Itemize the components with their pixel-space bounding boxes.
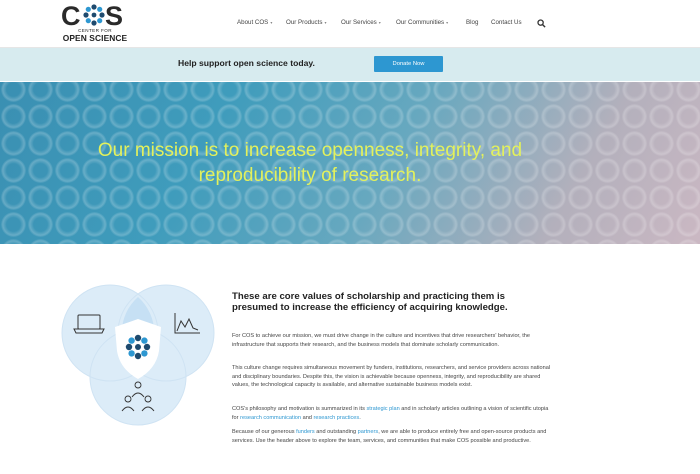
- chevron-down-icon: ▾: [324, 20, 327, 25]
- nav-item-communities[interactable]: Our Communities ▾: [396, 19, 448, 26]
- nav-label: Contact Us: [491, 19, 522, 26]
- cos-emblem-icon: [125, 334, 151, 360]
- nav-label: Our Products: [286, 19, 323, 26]
- research-communication-link[interactable]: research communication: [240, 415, 301, 421]
- text-span: and: [301, 414, 314, 421]
- cos-logo[interactable]: C S CENTER FOR OPEN SCIENCE: [62, 2, 130, 44]
- chevron-down-icon: ▾: [270, 20, 273, 25]
- text-span: COS's philosophy and motivation is summa…: [232, 406, 367, 412]
- chevron-down-icon: ▾: [446, 20, 449, 25]
- nav-label: Blog: [466, 19, 479, 26]
- nav-item-contact[interactable]: Contact Us: [491, 19, 522, 26]
- venn-diagram-illustration: [61, 284, 215, 426]
- nav-label: Our Services: [341, 19, 377, 26]
- donate-banner: [0, 48, 700, 81]
- chevron-down-icon: ▾: [378, 20, 381, 25]
- nav-label: About COS: [237, 19, 269, 26]
- nav-label: Our Communities: [396, 19, 445, 26]
- hero-title-line2: reproducibility of research.: [198, 165, 422, 186]
- nav-item-about[interactable]: About COS ▾: [237, 19, 272, 26]
- search-icon[interactable]: [537, 19, 546, 28]
- nav-item-services[interactable]: Our Services ▾: [341, 19, 381, 26]
- hero-mission-title: Our mission is to increase openness, int…: [70, 138, 550, 188]
- text-span: and outstanding: [314, 429, 358, 435]
- nav-item-blog[interactable]: Blog: [466, 19, 478, 26]
- hero-title-line1: Our mission is to increase openness, int…: [97, 140, 523, 161]
- text-span: .: [359, 414, 361, 421]
- research-practices-link[interactable]: research practices: [313, 415, 359, 421]
- mission-paragraph: For COS to achieve our mission, we must …: [232, 333, 530, 348]
- logo-line2: OPEN SCIENCE: [62, 33, 128, 43]
- nav-item-products[interactable]: Our Products ▾: [286, 19, 326, 26]
- text-span: Because of our generous: [232, 429, 297, 435]
- headline-line2: presumed to increase the efficiency of a…: [232, 302, 508, 313]
- culture-paragraph: This culture change requires simultaneou…: [232, 365, 551, 389]
- site-header: C S CENTER FOR OPEN SCIENCE About COS ▾ O…: [0, 0, 700, 48]
- philosophy-paragraph: COS's philosophy and motivation is summa…: [232, 405, 556, 422]
- funders-link[interactable]: funders: [296, 429, 315, 435]
- funders-paragraph: Because of our generous funders and outs…: [232, 428, 556, 445]
- strategic-plan-link[interactable]: strategic plan: [366, 406, 399, 412]
- partners-link[interactable]: partners: [358, 429, 379, 435]
- donate-text: Help support open science today.: [178, 58, 315, 68]
- values-headline: These are core values of scholarship and…: [232, 291, 562, 313]
- headline-line1: These are core values of scholarship and…: [232, 291, 505, 302]
- svg-text:C: C: [62, 2, 81, 28]
- svg-text:S: S: [105, 2, 123, 28]
- donate-button[interactable]: Donate Now: [374, 56, 443, 72]
